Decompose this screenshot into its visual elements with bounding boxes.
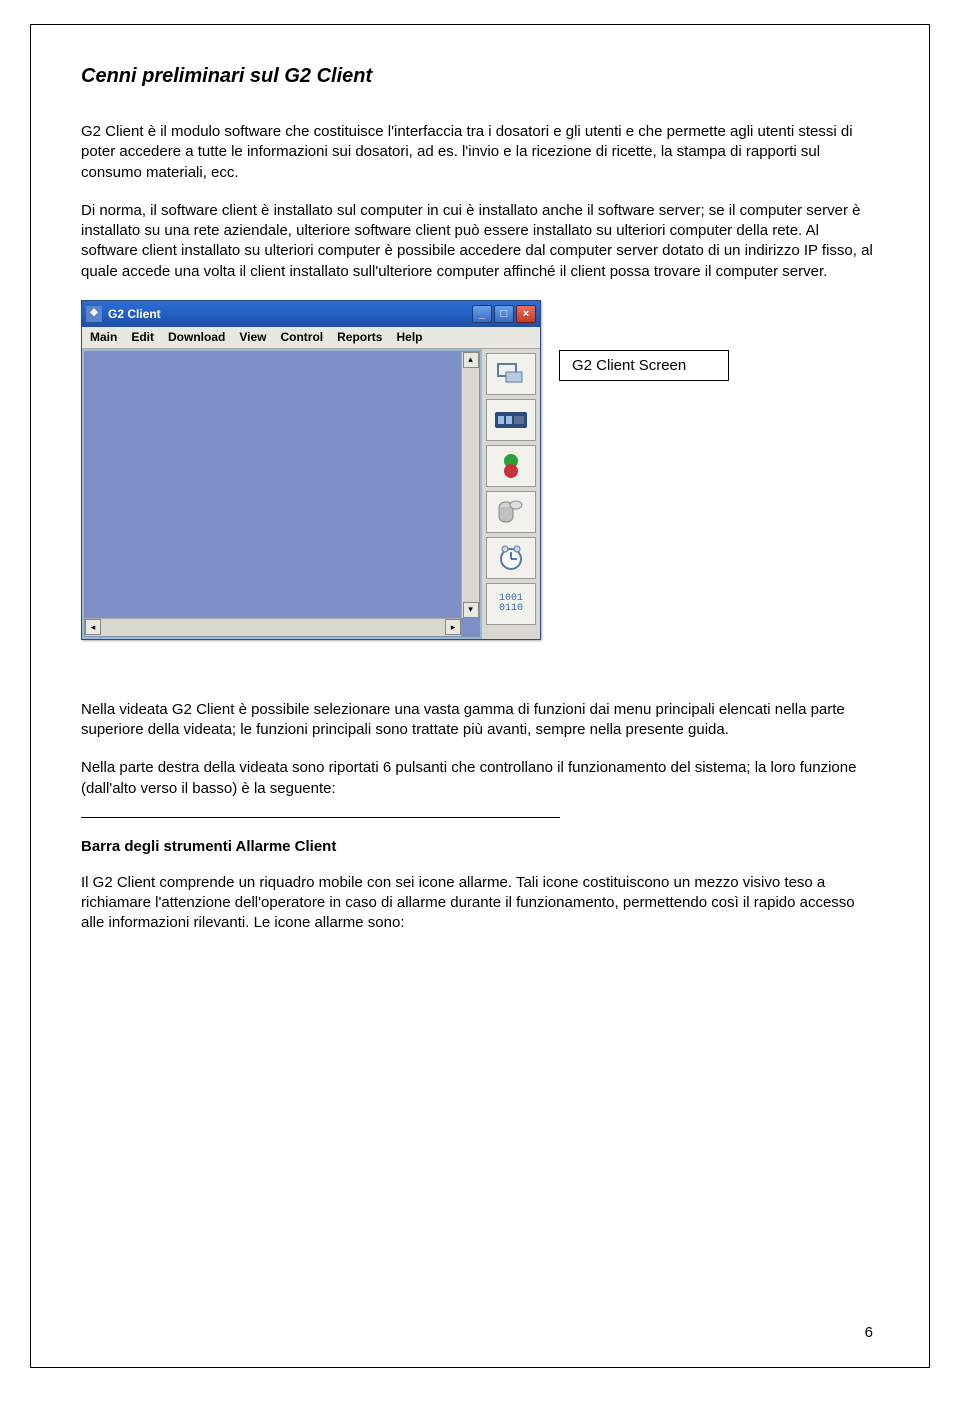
horizontal-scrollbar[interactable]: ◂ ▸: [85, 618, 461, 636]
menu-download[interactable]: Download: [168, 330, 225, 344]
titlebar[interactable]: ❖ G2 Client _ □ ×: [82, 301, 540, 327]
section-divider: [81, 817, 560, 818]
tool-btn-queue[interactable]: [486, 353, 536, 395]
menu-reports[interactable]: Reports: [337, 330, 382, 344]
document-page: Cenni preliminari sul G2 Client G2 Clien…: [30, 24, 930, 1368]
status-icon: [496, 453, 526, 479]
subheading-alarm-toolbar: Barra degli strumenti Allarme Client: [81, 838, 879, 855]
app-icon: ❖: [86, 306, 102, 322]
menu-edit[interactable]: Edit: [131, 330, 154, 344]
queue-icon: [496, 362, 526, 386]
menu-help[interactable]: Help: [396, 330, 422, 344]
menubar: Main Edit Download View Control Reports …: [82, 327, 540, 349]
tool-btn-stock[interactable]: [486, 491, 536, 533]
vertical-scrollbar[interactable]: ▴ ▾: [461, 352, 479, 618]
screenshot-row: ❖ G2 Client _ □ × Main Edit Download Vie…: [81, 300, 879, 640]
paragraph-3: Nella videata G2 Client è possibile sele…: [81, 700, 879, 741]
page-number: 6: [865, 1324, 873, 1341]
alarm-toolbar: 1001 0110: [482, 349, 540, 639]
paragraph-4: Nella parte destra della videata sono ri…: [81, 758, 879, 799]
menu-view[interactable]: View: [239, 330, 266, 344]
tool-btn-machines[interactable]: [486, 399, 536, 441]
close-button[interactable]: ×: [516, 305, 536, 323]
menu-main[interactable]: Main: [90, 330, 117, 344]
clock-icon: [497, 545, 525, 571]
scroll-up-icon[interactable]: ▴: [463, 352, 479, 368]
scroll-down-icon[interactable]: ▾: [463, 602, 479, 618]
page-title: Cenni preliminari sul G2 Client: [81, 65, 879, 88]
maximize-button[interactable]: □: [494, 305, 514, 323]
mdi-area[interactable]: ▴ ▾ ◂ ▸: [84, 351, 480, 637]
digital-line2: 0110: [499, 604, 523, 614]
window-buttons: _ □ ×: [472, 305, 536, 323]
paragraph-1: G2 Client è il modulo software che costi…: [81, 122, 879, 183]
paragraph-2: Di norma, il software client è installat…: [81, 201, 879, 282]
paragraph-5: Il G2 Client comprende un riquadro mobil…: [81, 873, 879, 934]
g2-client-window: ❖ G2 Client _ □ × Main Edit Download Vie…: [81, 300, 541, 640]
cylinder-icon: [498, 499, 524, 525]
tool-btn-status[interactable]: [486, 445, 536, 487]
scroll-left-icon[interactable]: ◂: [85, 619, 101, 635]
tool-btn-digital[interactable]: 1001 0110: [486, 583, 536, 625]
screenshot-caption: G2 Client Screen: [559, 350, 729, 381]
client-body: ▴ ▾ ◂ ▸: [82, 349, 540, 639]
menu-control[interactable]: Control: [280, 330, 323, 344]
minimize-button[interactable]: _: [472, 305, 492, 323]
digital-icon: 1001 0110: [499, 594, 523, 614]
machine-icon: [494, 408, 528, 432]
window-title: G2 Client: [108, 307, 161, 321]
tool-btn-clock[interactable]: [486, 537, 536, 579]
scroll-right-icon[interactable]: ▸: [445, 619, 461, 635]
